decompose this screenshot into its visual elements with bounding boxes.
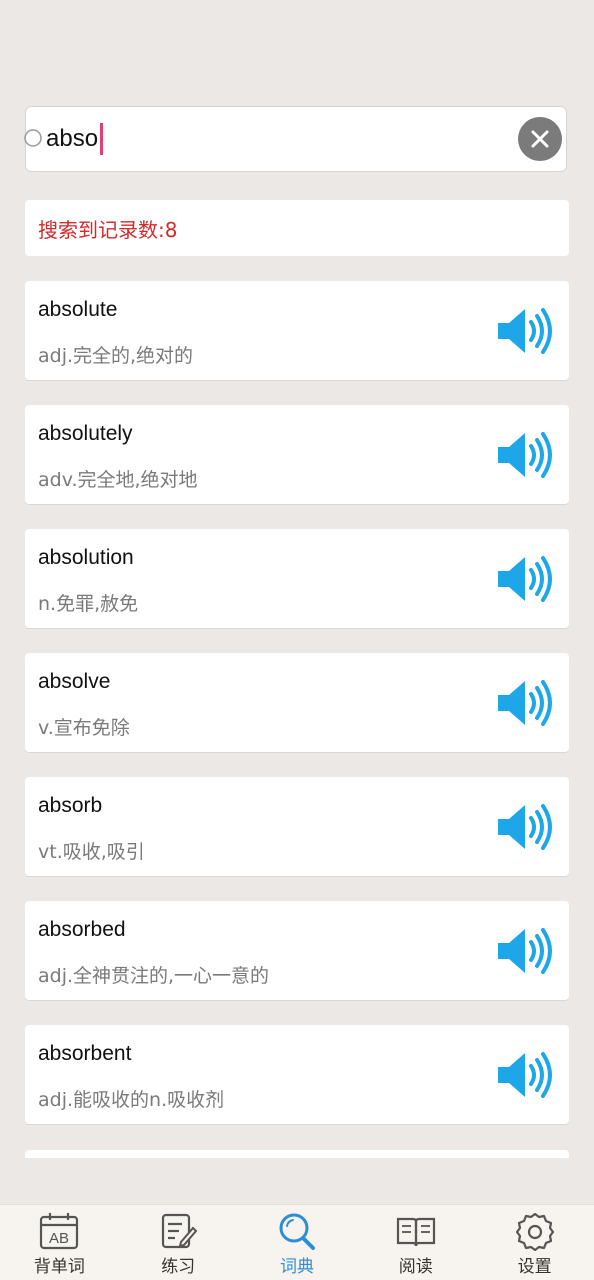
nav-label: 背单词 bbox=[33, 1257, 85, 1277]
search-input-value: abso bbox=[46, 125, 99, 152]
word-definition: adv.完全地,绝对地 bbox=[38, 469, 198, 491]
speaker-icon bbox=[498, 432, 552, 478]
nav-item-reading[interactable]: 阅读 bbox=[356, 1205, 475, 1280]
ab-calendar-icon: AB bbox=[40, 1213, 79, 1250]
speaker-icon bbox=[498, 680, 552, 726]
speaker-button[interactable] bbox=[495, 430, 553, 480]
speaker-button[interactable] bbox=[495, 926, 553, 976]
nav-label: 设置 bbox=[517, 1257, 552, 1277]
close-icon bbox=[531, 130, 549, 148]
word-definition: adj.全神贯注的,一心一意的 bbox=[38, 965, 270, 987]
word-definition: v.宣布免除 bbox=[38, 717, 130, 739]
word-term: absorb bbox=[38, 794, 103, 817]
word-term: absorbed bbox=[38, 918, 126, 941]
speaker-button[interactable] bbox=[495, 1050, 553, 1100]
speaker-button[interactable] bbox=[495, 678, 553, 728]
nav-label: 词典 bbox=[279, 1257, 314, 1277]
svg-text:AB: AB bbox=[49, 1230, 69, 1247]
record-count-banner: 搜索到记录数:8 bbox=[25, 200, 569, 256]
list-item[interactable]: absolve v.宣布免除 bbox=[25, 653, 569, 752]
word-definition: adj.能吸收的n.吸收剂 bbox=[38, 1089, 225, 1111]
word-term: absorbent bbox=[38, 1042, 132, 1065]
nav-item-settings[interactable]: 设置 bbox=[475, 1205, 594, 1280]
nav-item-memorize[interactable]: AB 背单词 bbox=[0, 1205, 119, 1280]
nav-item-practice[interactable]: 练习 bbox=[119, 1205, 238, 1280]
nav-item-dictionary[interactable]: 词典 bbox=[238, 1205, 357, 1280]
record-count-text: 搜索到记录数:8 bbox=[38, 217, 178, 242]
word-term: absolute bbox=[38, 298, 118, 321]
gear-icon bbox=[515, 1212, 554, 1251]
speaker-icon bbox=[498, 804, 552, 850]
bottom-nav: AB 背单词 练习 词典 阅读 设置 bbox=[0, 1204, 594, 1280]
word-definition: n.免罪,赦免 bbox=[38, 593, 139, 615]
search-icon bbox=[279, 1213, 315, 1250]
word-term: absolution bbox=[38, 546, 134, 569]
list-item[interactable]: absorbed adj.全神贯注的,一心一意的 bbox=[25, 901, 569, 1000]
list-item[interactable]: absorb vt.吸收,吸引 bbox=[25, 777, 569, 876]
open-book-icon bbox=[396, 1217, 435, 1247]
search-icon bbox=[24, 129, 42, 147]
clear-search-button[interactable] bbox=[518, 117, 562, 161]
speaker-icon bbox=[498, 556, 552, 602]
word-term: absolve bbox=[38, 670, 111, 693]
list-item[interactable]: absolution n.免罪,赦免 bbox=[25, 529, 569, 628]
list-item[interactable]: absorbent adj.能吸收的n.吸收剂 bbox=[25, 1025, 569, 1124]
edit-note-icon bbox=[162, 1213, 198, 1249]
speaker-button[interactable] bbox=[495, 802, 553, 852]
list-item[interactable]: absolute adj.完全的,绝对的 bbox=[25, 281, 569, 380]
speaker-icon bbox=[498, 1052, 552, 1098]
speaker-icon bbox=[498, 308, 552, 354]
word-definition: vt.吸收,吸引 bbox=[38, 841, 145, 863]
word-term: absolutely bbox=[38, 422, 133, 445]
nav-label: 练习 bbox=[161, 1257, 196, 1277]
word-definition: adj.完全的,绝对的 bbox=[38, 345, 194, 367]
speaker-button[interactable] bbox=[495, 554, 553, 604]
nav-label: 阅读 bbox=[398, 1257, 433, 1277]
list-item[interactable]: absolutely adv.完全地,绝对地 bbox=[25, 405, 569, 504]
speaker-icon bbox=[498, 928, 552, 974]
word-list: absolute adj.完全的,绝对的 absolutely adv.完全地,… bbox=[25, 281, 569, 1149]
search-box[interactable]: abso bbox=[24, 106, 567, 172]
search-input[interactable]: abso bbox=[46, 121, 486, 157]
speaker-button[interactable] bbox=[495, 306, 553, 356]
text-caret bbox=[100, 123, 104, 155]
list-item-partial bbox=[25, 1150, 569, 1158]
